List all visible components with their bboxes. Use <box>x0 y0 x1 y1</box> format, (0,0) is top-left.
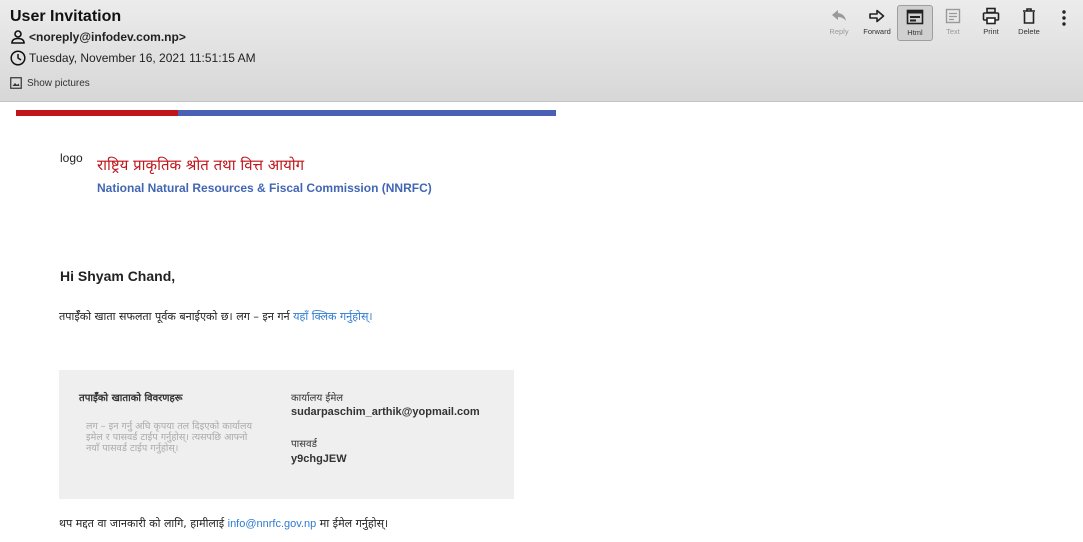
card-title: तपाईँको खाताको विवरणहरू <box>79 393 183 404</box>
show-pictures-button[interactable]: Show pictures <box>10 77 90 89</box>
org-name-english: National Natural Resources & Fiscal Comm… <box>97 181 432 195</box>
email-date: Tuesday, November 16, 2021 11:51:15 AM <box>29 51 256 65</box>
print-label: Print <box>983 27 999 36</box>
password-label: पासवर्ड <box>291 439 317 450</box>
org-name-nepali: राष्ट्रिय प्राकृतिक श्रोत तथा वित्त आयोग <box>97 156 305 174</box>
html-label: Html <box>907 28 923 37</box>
email-header: User Invitation <noreply@infodev.com.np>… <box>0 0 1083 102</box>
delete-button[interactable]: Delete <box>1011 5 1047 41</box>
person-icon <box>11 30 25 44</box>
text-view-icon <box>945 8 961 24</box>
login-link[interactable]: यहाँ क्लिक गर्नुहोस्। <box>293 310 372 323</box>
html-view-icon <box>906 9 924 25</box>
show-pictures-label: Show pictures <box>27 77 90 89</box>
intro-paragraph: तपाईँको खाता सफलता पूर्वक बनाईएको छ। लग … <box>59 309 373 324</box>
intro-text: तपाईँको खाता सफलता पूर्वक बनाईएको छ। लग … <box>59 310 294 323</box>
print-button[interactable]: Print <box>973 5 1009 41</box>
printer-icon <box>982 7 1000 25</box>
reply-button[interactable]: Reply <box>821 5 857 41</box>
sender-address: <noreply@infodev.com.np> <box>29 30 186 44</box>
more-options-icon[interactable] <box>1058 9 1070 27</box>
footer-suffix: मा ईमेल गर्नुहोस्। <box>316 517 389 530</box>
picture-icon <box>10 77 22 89</box>
text-view-button[interactable]: Text <box>935 5 971 41</box>
date-row: Tuesday, November 16, 2021 11:51:15 AM <box>10 50 256 66</box>
forward-button[interactable]: Forward <box>859 5 895 41</box>
office-email-value: sudarpaschim_arthik@yopmail.com <box>291 406 480 418</box>
footer-text: थप मद्दत वा जानकारी को लागि, हामीलाई <box>59 517 228 530</box>
footer-paragraph: थप मद्दत वा जानकारी को लागि, हामीलाई inf… <box>59 516 388 531</box>
email-subject: User Invitation <box>10 8 122 25</box>
toolbar: Reply Forward Html Text Print Delete <box>819 5 1047 41</box>
text-label: Text <box>946 27 960 36</box>
clock-icon <box>10 50 26 66</box>
support-email-link[interactable]: info@nnrfc.gov.np <box>228 518 317 530</box>
trash-icon <box>1023 8 1035 24</box>
delete-label: Delete <box>1018 27 1040 36</box>
logo-placeholder: logo <box>60 151 83 165</box>
sender-row: <noreply@infodev.com.np> <box>10 29 186 45</box>
banner-stripe-blue <box>178 110 556 116</box>
office-email-label: कार्यालय ईमेल <box>291 393 344 404</box>
forward-label: Forward <box>863 27 891 36</box>
greeting: Hi Shyam Chand, <box>60 268 176 284</box>
password-value: y9chgJEW <box>291 453 347 465</box>
forward-arrow-icon <box>869 9 885 23</box>
reply-label: Reply <box>829 27 849 36</box>
reply-icon <box>832 10 846 21</box>
account-details-card: तपाईँको खाताको विवरणहरू लग – इन गर्नु अघ… <box>59 370 514 499</box>
html-view-button[interactable]: Html <box>897 5 933 41</box>
card-note: लग – इन गर्नु अघि कृपया तल दिइएको कार्या… <box>86 421 252 454</box>
banner-stripe-red <box>16 110 178 116</box>
